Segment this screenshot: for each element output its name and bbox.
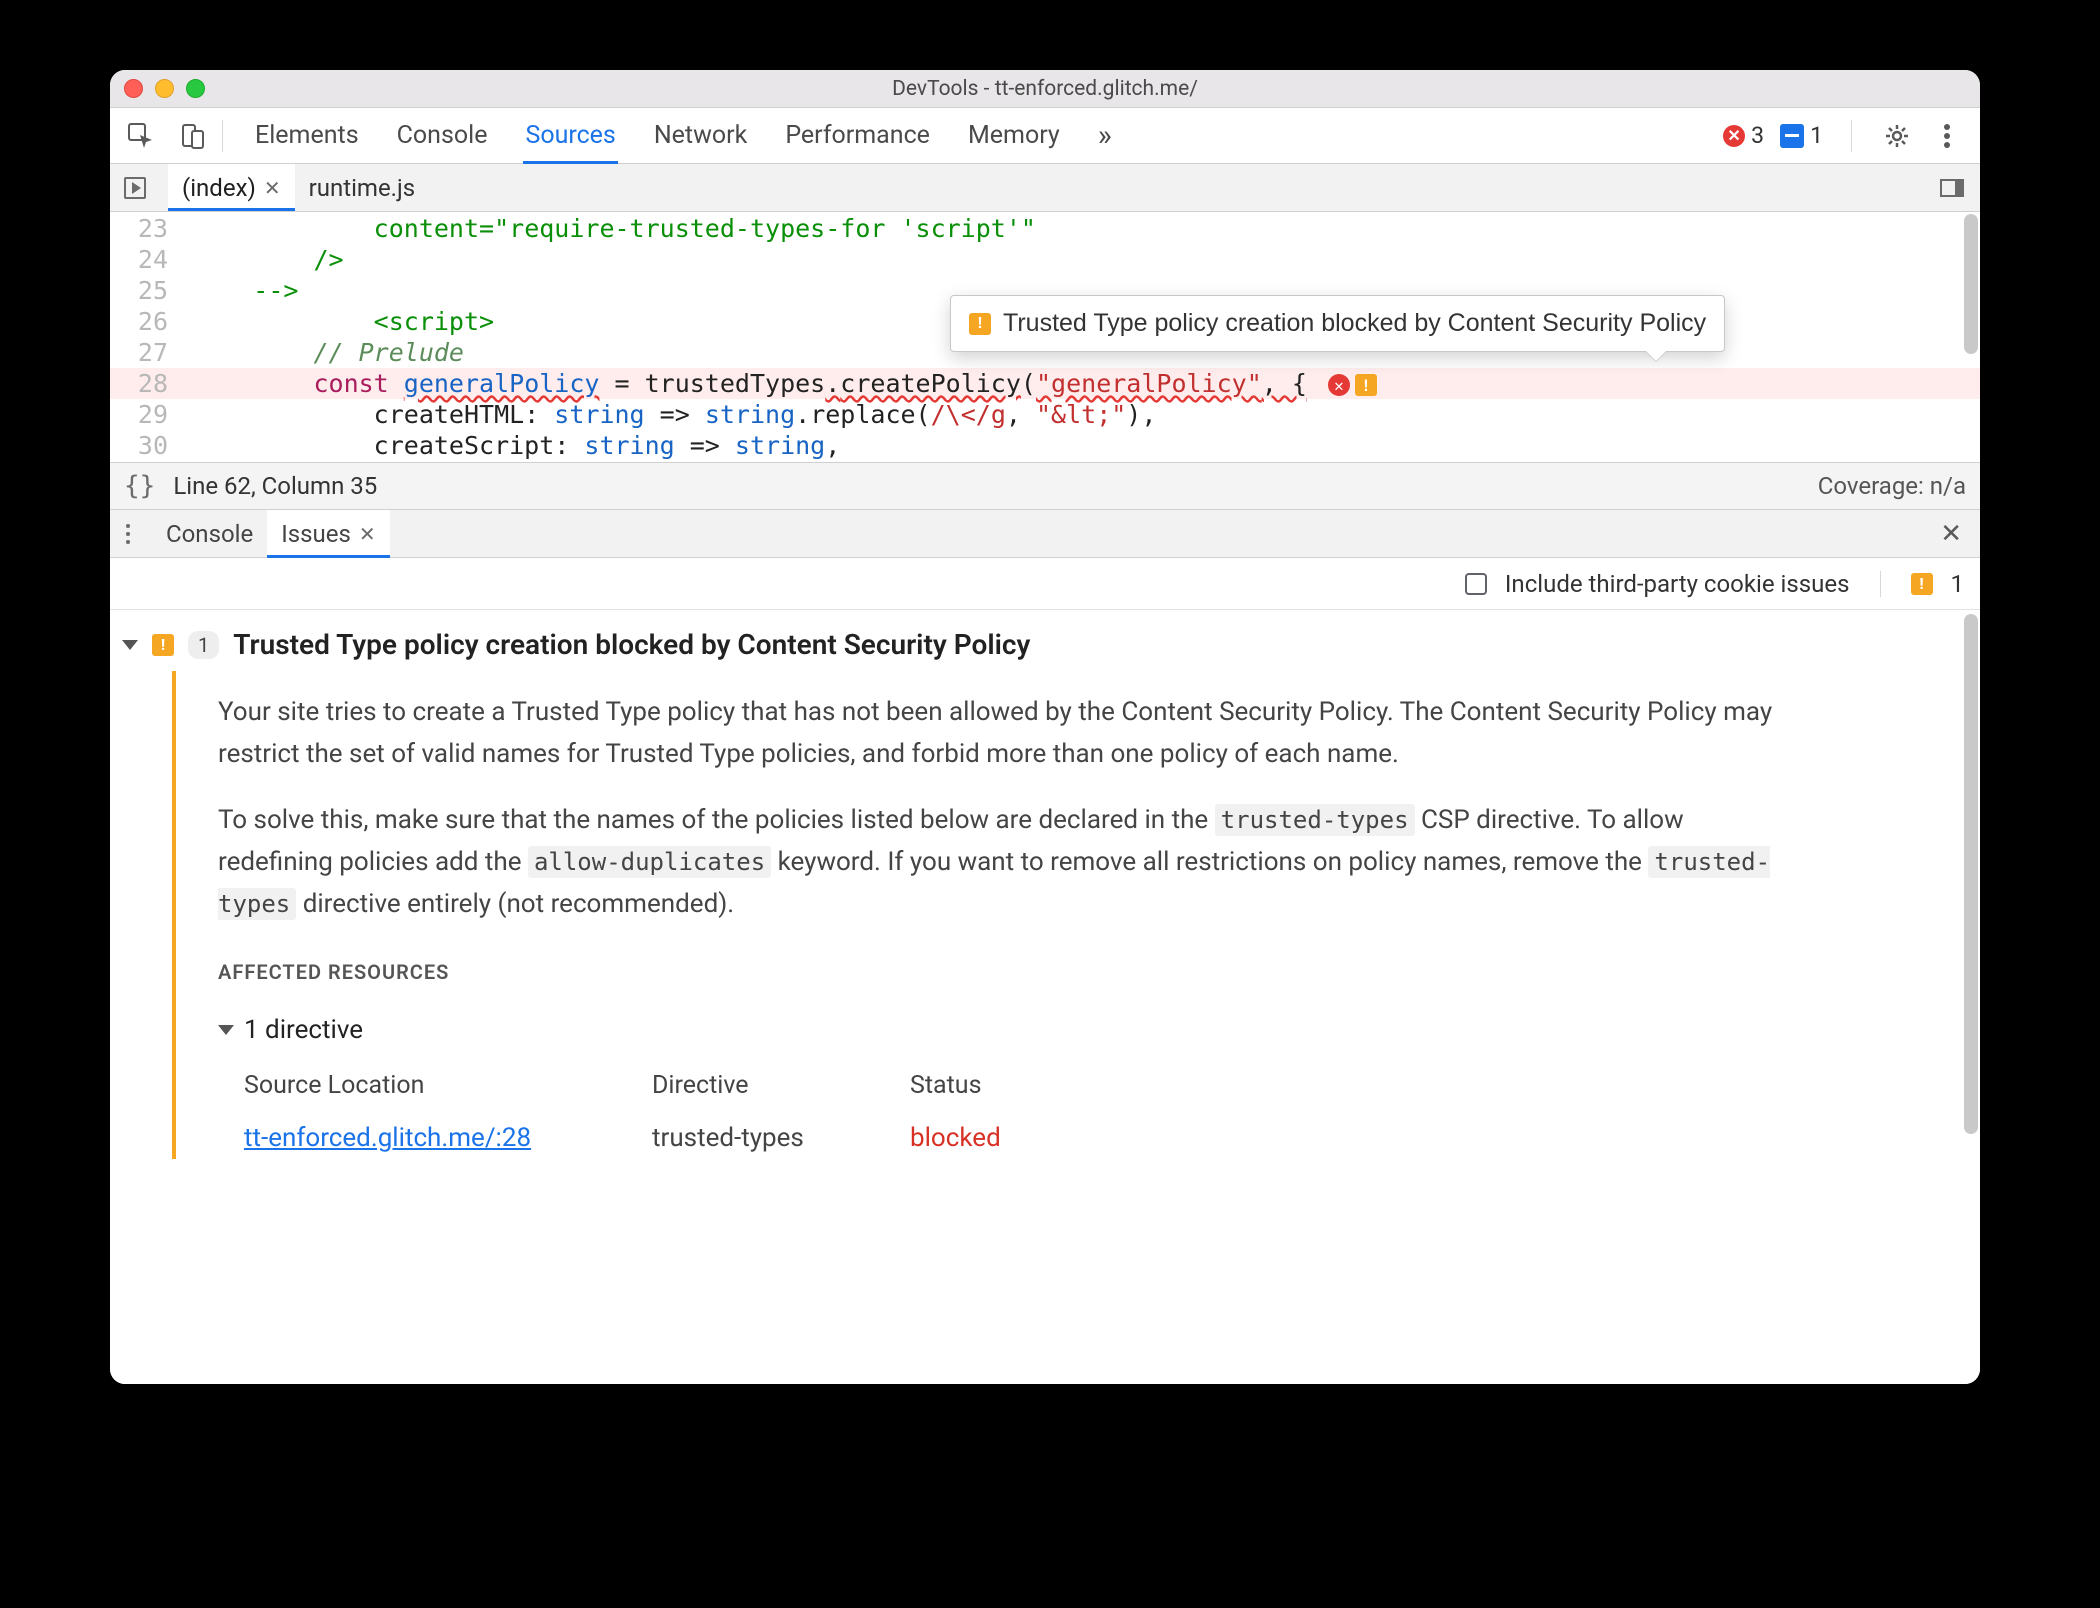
issue-tooltip: ! Trusted Type policy creation blocked b… bbox=[950, 295, 1725, 352]
device-toolbar-icon[interactable] bbox=[176, 119, 210, 153]
separator bbox=[1851, 120, 1852, 152]
issue-paragraph: Your site tries to create a Trusted Type… bbox=[218, 691, 1788, 775]
line-gutter: 2324252627282930 bbox=[110, 212, 178, 461]
issue-paragraph: To solve this, make sure that the names … bbox=[218, 799, 1788, 925]
message-count[interactable]: 1 bbox=[1780, 122, 1823, 149]
warning-icon: ! bbox=[969, 313, 991, 335]
tab-network[interactable]: Network bbox=[654, 108, 747, 163]
close-drawer-button[interactable]: ✕ bbox=[1932, 515, 1970, 553]
source-editor[interactable]: 2324252627282930 content="require-truste… bbox=[110, 212, 1980, 462]
cursor-position: Line 62, Column 35 bbox=[173, 472, 377, 500]
tab-elements[interactable]: Elements bbox=[255, 108, 359, 163]
separator bbox=[1880, 571, 1881, 597]
scrollbar[interactable] bbox=[1964, 214, 1978, 354]
third-party-cookie-checkbox[interactable] bbox=[1465, 573, 1487, 595]
editor-status-bar: {} Line 62, Column 35 Coverage: n/a bbox=[110, 462, 1980, 510]
checkbox-label: Include third-party cookie issues bbox=[1505, 570, 1850, 598]
code-token: allow-duplicates bbox=[528, 846, 771, 878]
issue-count-badge: 1 bbox=[188, 631, 219, 659]
error-count[interactable]: ✕ 3 bbox=[1723, 122, 1764, 149]
warning-icon: ! bbox=[1911, 573, 1933, 595]
error-count-value: 3 bbox=[1751, 122, 1764, 149]
col-header: Directive bbox=[652, 1065, 862, 1107]
error-icon[interactable]: ✕ bbox=[1328, 374, 1350, 396]
file-tabbar: (index) ✕ runtime.js bbox=[110, 164, 1980, 212]
tab-sources[interactable]: Sources bbox=[525, 108, 615, 163]
issue-body: Your site tries to create a Trusted Type… bbox=[172, 671, 1812, 1159]
directive-summary[interactable]: 1 directive bbox=[218, 1009, 1788, 1051]
coverage-status: Coverage: n/a bbox=[1818, 472, 1966, 500]
tab-console[interactable]: Console bbox=[397, 108, 488, 163]
separator bbox=[222, 120, 223, 152]
status-cell: blocked bbox=[910, 1117, 1060, 1159]
expand-caret-icon[interactable] bbox=[122, 640, 138, 650]
drawer-tabbar: Console Issues ✕ ✕ bbox=[110, 510, 1980, 558]
affected-resources-heading: AFFECTED RESOURCES bbox=[218, 951, 1788, 993]
panel-tabs: Elements Console Sources Network Perform… bbox=[255, 108, 1112, 163]
main-toolbar: Elements Console Sources Network Perform… bbox=[110, 108, 1980, 164]
message-count-value: 1 bbox=[1810, 122, 1823, 149]
scrollbar[interactable] bbox=[1964, 614, 1978, 1134]
issues-panel: ! 1 Trusted Type policy creation blocked… bbox=[110, 610, 1980, 1384]
navigator-toggle-icon[interactable] bbox=[124, 177, 146, 199]
expand-caret-icon[interactable] bbox=[218, 1025, 234, 1035]
titlebar: DevTools - tt-enforced.glitch.me/ bbox=[110, 70, 1980, 108]
warning-icon: ! bbox=[152, 634, 174, 656]
issue-title: Trusted Type policy creation blocked by … bbox=[233, 628, 1030, 661]
issues-toolbar: Include third-party cookie issues ! 1 bbox=[110, 558, 1980, 610]
source-location-link[interactable]: tt-enforced.glitch.me/:28 bbox=[244, 1117, 604, 1159]
close-icon[interactable]: ✕ bbox=[264, 176, 281, 200]
settings-icon[interactable] bbox=[1880, 119, 1914, 153]
message-icon bbox=[1780, 124, 1804, 148]
devtools-window: DevTools - tt-enforced.glitch.me/ Elemen… bbox=[110, 70, 1980, 1384]
pretty-print-icon[interactable]: {} bbox=[124, 471, 155, 501]
issues-warn-count: 1 bbox=[1951, 570, 1965, 598]
code-token: trusted-types bbox=[1215, 804, 1415, 836]
drawer-menu-icon[interactable] bbox=[126, 524, 130, 544]
debugger-pane-toggle-icon[interactable] bbox=[1940, 179, 1964, 197]
kebab-menu-icon[interactable] bbox=[1930, 119, 1964, 153]
warning-icon[interactable]: ! bbox=[1355, 374, 1377, 396]
tab-memory[interactable]: Memory bbox=[968, 108, 1060, 163]
affected-table: Source Location Directive Status tt-enfo… bbox=[244, 1065, 1788, 1159]
error-icon: ✕ bbox=[1723, 125, 1745, 147]
close-icon[interactable]: ✕ bbox=[359, 522, 376, 546]
more-tabs-button[interactable]: » bbox=[1098, 108, 1112, 163]
directive-cell: trusted-types bbox=[652, 1117, 862, 1159]
inspect-element-icon[interactable] bbox=[124, 119, 158, 153]
tooltip-text: Trusted Type policy creation blocked by … bbox=[1003, 308, 1706, 339]
file-tab-label: runtime.js bbox=[309, 174, 416, 202]
file-tab-runtime[interactable]: runtime.js bbox=[295, 164, 430, 211]
file-tab-index[interactable]: (index) ✕ bbox=[168, 164, 295, 211]
drawer-tab-console[interactable]: Console bbox=[152, 510, 267, 557]
tab-performance[interactable]: Performance bbox=[785, 108, 930, 163]
file-tab-label: (index) bbox=[182, 174, 256, 202]
col-header: Source Location bbox=[244, 1065, 604, 1107]
window-title: DevTools - tt-enforced.glitch.me/ bbox=[110, 70, 1980, 108]
col-header: Status bbox=[910, 1065, 1060, 1107]
issue-header[interactable]: ! 1 Trusted Type policy creation blocked… bbox=[110, 610, 1980, 671]
drawer-tab-issues[interactable]: Issues ✕ bbox=[267, 510, 389, 557]
